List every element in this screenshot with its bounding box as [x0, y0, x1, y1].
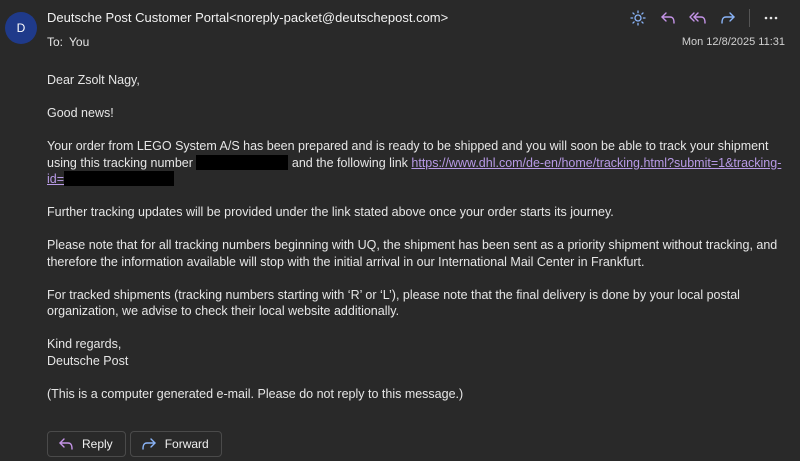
disclaimer: (This is a computer generated e-mail. Pl… — [47, 386, 464, 401]
forward-button[interactable]: Forward — [129, 431, 222, 457]
intro-line: Good news! — [47, 106, 114, 120]
avatar[interactable]: D — [5, 12, 37, 44]
recipient-line: To: You — [47, 35, 89, 49]
toolbar-divider — [749, 9, 750, 27]
redacted-tracking-id — [64, 171, 175, 186]
sender-name[interactable]: Deutsche Post Customer Portal<noreply-pa… — [47, 10, 448, 25]
closing: Kind regards, — [47, 337, 122, 351]
tracked-shipments-paragraph: For tracked shipments (tracking numbers … — [47, 287, 740, 319]
to-label: To: — [47, 35, 64, 49]
forward-icon[interactable] — [713, 7, 743, 29]
message-footer: Reply Forward — [47, 431, 222, 457]
forward-icon — [141, 437, 157, 451]
reply-icon[interactable] — [653, 7, 683, 29]
uq-note-paragraph: Please note that for all tracking number… — [47, 238, 778, 269]
greeting: Dear Zsolt Nagy, — [47, 73, 140, 87]
sun-icon[interactable] — [623, 7, 653, 29]
reply-button[interactable]: Reply — [47, 431, 126, 457]
reply-icon — [58, 437, 74, 451]
forward-label: Forward — [164, 437, 209, 451]
more-icon[interactable] — [756, 7, 786, 29]
link-intro-text: and the following link — [291, 155, 408, 170]
recipient-value[interactable]: You — [69, 35, 89, 49]
message-body: Dear Zsolt Nagy, Good news! Your order f… — [47, 72, 782, 419]
tracking-paragraph: Your order from LEGO System A/S has been… — [47, 138, 782, 188]
message-actions — [623, 7, 786, 29]
redacted-tracking-number — [196, 154, 289, 170]
updates-paragraph: Further tracking updates will be provide… — [47, 205, 614, 219]
signature: Deutsche Post — [47, 353, 129, 368]
reply-all-icon[interactable] — [683, 7, 713, 29]
signoff: Kind regards, Deutsche Post — [47, 336, 782, 369]
message-date: Mon 12/8/2025 11:31 — [681, 36, 785, 48]
message-header: D Deutsche Post Customer Portal<noreply-… — [0, 0, 800, 60]
reply-label: Reply — [82, 437, 113, 451]
